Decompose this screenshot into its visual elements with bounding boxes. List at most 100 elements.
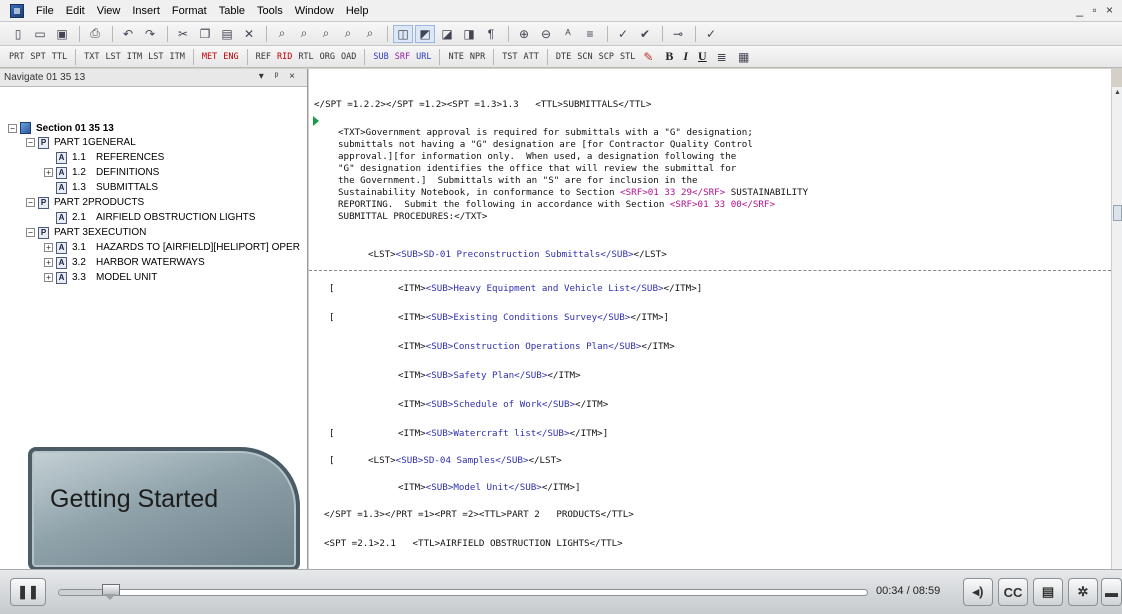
- tree-expander-icon[interactable]: +: [44, 168, 53, 177]
- tree-node[interactable]: A 1.1 REFERENCES: [0, 150, 307, 165]
- srf-reference[interactable]: <SRF>01 33 29</SRF>: [620, 187, 725, 198]
- tree-node[interactable]: − P PART 2 PRODUCTS: [0, 195, 307, 210]
- tag-nte-button[interactable]: NTE: [445, 52, 466, 62]
- align-icon[interactable]: ≡: [580, 25, 600, 43]
- tag-prt-button[interactable]: PRT: [6, 52, 27, 62]
- tag-sub-button[interactable]: SUB: [370, 52, 391, 62]
- tag-srf-button[interactable]: SRF: [392, 52, 413, 62]
- window-controls[interactable]: _ ▫ ×: [1076, 3, 1116, 17]
- tree-node[interactable]: − Section 01 35 13: [0, 121, 307, 135]
- progress-track[interactable]: [58, 584, 868, 600]
- submittal-sub[interactable]: <SUB>Watercraft list</SUB>: [426, 428, 570, 439]
- document-editor[interactable]: </SPT =1.2.2></SPT =1.2><SPT =1.3>1.3 <T…: [309, 69, 1111, 569]
- tag-url-button[interactable]: URL: [413, 52, 434, 62]
- sd01-sub[interactable]: <SUB>SD-01 Preconstruction Submittals</S…: [396, 249, 634, 260]
- save-icon[interactable]: ▣: [52, 25, 72, 43]
- fullscreen-button[interactable]: ▬: [1101, 578, 1122, 606]
- font-size-icon[interactable]: ᴬ: [558, 25, 578, 43]
- tag-ttl-button[interactable]: TTL: [49, 52, 70, 62]
- submittal-sub[interactable]: <SUB>Construction Operations Plan</SUB>: [426, 341, 642, 352]
- bracket-mode-icon[interactable]: ◨: [459, 25, 479, 43]
- tag-scn-button[interactable]: SCN: [574, 52, 595, 62]
- menu-view[interactable]: View: [91, 5, 127, 17]
- tag-met-button[interactable]: MET: [199, 52, 220, 62]
- tag-stl-button[interactable]: STL: [617, 52, 638, 62]
- open-folder-icon[interactable]: ▭: [30, 25, 50, 43]
- pause-button[interactable]: ❚❚: [10, 578, 46, 606]
- zoom-out-icon[interactable]: ⊖: [536, 25, 556, 43]
- delete-icon[interactable]: ✕: [239, 25, 259, 43]
- tree-expander-icon[interactable]: −: [26, 138, 35, 147]
- tag-scp-button[interactable]: SCP: [596, 52, 617, 62]
- tag-itm-button[interactable]: ITM: [124, 52, 145, 62]
- menu-window[interactable]: Window: [289, 5, 340, 17]
- paragraph-mark-icon[interactable]: ¶: [481, 25, 501, 43]
- tag-dte-button[interactable]: DTE: [553, 52, 574, 62]
- submittal-sub[interactable]: <SUB>Heavy Equipment and Vehicle List</S…: [426, 283, 664, 294]
- undo-icon[interactable]: ↶: [118, 25, 138, 43]
- tag-oad-button[interactable]: OAD: [338, 52, 359, 62]
- zoom-in-icon[interactable]: ⊕: [514, 25, 534, 43]
- tag-lst-button[interactable]: LST: [102, 52, 123, 62]
- menu-tools[interactable]: Tools: [251, 5, 289, 17]
- menu-table[interactable]: Table: [213, 5, 251, 17]
- submittal-sub[interactable]: <SUB>Safety Plan</SUB>: [426, 370, 548, 381]
- tree-node[interactable]: + A 1.2 DEFINITIONS: [0, 165, 307, 180]
- tag-org-button[interactable]: ORG: [317, 52, 338, 62]
- find-next-icon[interactable]: ⌕: [294, 25, 314, 43]
- print-icon[interactable]: ⎙: [85, 25, 105, 43]
- cut-icon[interactable]: ✂: [173, 25, 193, 43]
- model-unit-sub[interactable]: <SUB>Model Unit</SUB>: [426, 482, 542, 493]
- tag-view-icon[interactable]: ◫: [393, 24, 413, 43]
- pencil-icon[interactable]: ✎: [638, 48, 658, 66]
- tag-txt-button[interactable]: TXT: [81, 52, 102, 62]
- tree-node[interactable]: A 2.1 AIRFIELD OBSTRUCTION LIGHTS: [0, 210, 307, 225]
- menu-file[interactable]: File: [30, 5, 60, 17]
- tree-expander-icon[interactable]: +: [44, 243, 53, 252]
- scroll-thumb[interactable]: [1113, 205, 1122, 221]
- tree-expander-icon[interactable]: −: [26, 228, 35, 237]
- tag-itm-nested-button[interactable]: ITM: [167, 52, 188, 62]
- transcript-button[interactable]: ▤: [1033, 578, 1063, 606]
- tree-expander-icon[interactable]: +: [44, 258, 53, 267]
- sd04-sub[interactable]: <SUB>SD-04 Samples</SUB>: [396, 455, 529, 466]
- tree-node[interactable]: + A 3.3 MODEL UNIT: [0, 270, 307, 285]
- new-document-icon[interactable]: ▯: [8, 25, 28, 43]
- captions-button[interactable]: CC: [998, 578, 1028, 606]
- menu-help[interactable]: Help: [340, 5, 375, 17]
- paste-icon[interactable]: ▤: [217, 25, 237, 43]
- redo-icon[interactable]: ↷: [140, 25, 160, 43]
- pin-icon[interactable]: ⊸: [668, 25, 688, 43]
- tree-node[interactable]: A 1.3 SUBMITTALS: [0, 180, 307, 195]
- edit-mode-icon[interactable]: ◪: [437, 25, 457, 43]
- tag-lst-nested-button[interactable]: LST: [145, 52, 166, 62]
- spell-check-icon[interactable]: ✓: [613, 25, 633, 43]
- menu-format[interactable]: Format: [166, 5, 213, 17]
- volume-button[interactable]: ◂): [963, 578, 993, 606]
- find-prev-tag-icon[interactable]: ⌕: [338, 25, 358, 43]
- tree-node[interactable]: − P PART 1 GENERAL: [0, 135, 307, 150]
- menu-insert[interactable]: Insert: [126, 5, 166, 17]
- tree-expander-icon[interactable]: +: [44, 273, 53, 282]
- tag-att-button[interactable]: ATT: [521, 52, 542, 62]
- tag-ref-button[interactable]: REF: [253, 52, 274, 62]
- submittal-sub[interactable]: <SUB>Existing Conditions Survey</SUB>: [426, 312, 631, 323]
- menu-edit[interactable]: Edit: [60, 5, 91, 17]
- srf-reference[interactable]: <SRF>01 33 00</SRF>: [670, 199, 775, 210]
- panel-controls[interactable]: ▾ ᵖ ×: [259, 71, 299, 82]
- underline-button[interactable]: U: [693, 49, 712, 64]
- tag-npr-button[interactable]: NPR: [467, 52, 488, 62]
- align-justify-icon[interactable]: ≣: [712, 48, 732, 66]
- tag-tst-button[interactable]: TST: [499, 52, 520, 62]
- find-tag-icon[interactable]: ⌕: [316, 25, 336, 43]
- tag-rtl-button[interactable]: RTL: [295, 52, 316, 62]
- tree-expander-icon[interactable]: −: [8, 123, 17, 133]
- tag-eng-button[interactable]: ENG: [220, 52, 241, 62]
- editor-scrollbar[interactable]: ▲: [1111, 87, 1122, 569]
- tree-node[interactable]: − P PART 3 EXECUTION: [0, 225, 307, 240]
- bold-button[interactable]: B: [660, 49, 678, 64]
- progress-handle[interactable]: [101, 584, 120, 600]
- settings-button[interactable]: ✲: [1068, 578, 1098, 606]
- tree-node[interactable]: + A 3.1 HAZARDS TO [AIRFIELD][HELIPORT] OPE…: [0, 240, 307, 255]
- tag-rid-button[interactable]: RID: [274, 52, 295, 62]
